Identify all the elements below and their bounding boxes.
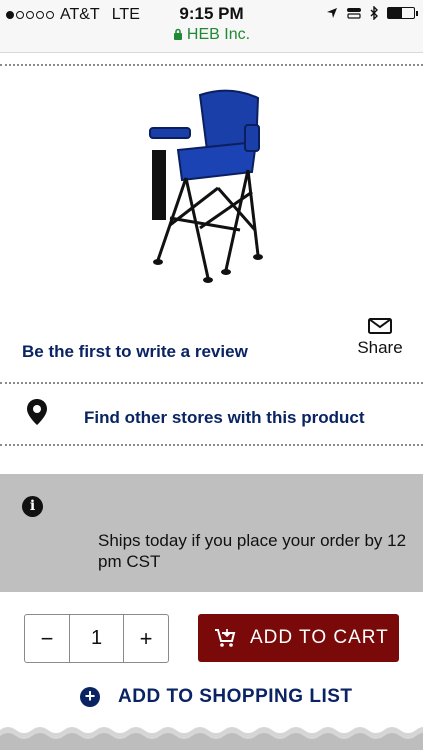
tty-icon	[347, 8, 361, 19]
battery-icon	[387, 7, 418, 19]
url-label: HEB Inc.	[186, 26, 251, 43]
share-button[interactable]: Share	[352, 318, 408, 358]
status-bar: AT&T LTE 9:15 PM HEB Inc.	[0, 0, 423, 53]
add-to-cart-button[interactable]: ADD TO CART	[198, 614, 399, 662]
shipping-notice: i Ships today if you place your order by…	[0, 474, 423, 592]
location-arrow-icon	[327, 8, 337, 18]
find-stores-row[interactable]: Find other stores with this product	[0, 384, 423, 444]
add-to-shopping-list-button[interactable]: + ADD TO SHOPPING LIST	[80, 686, 353, 708]
find-stores-label: Find other stores with this product	[84, 408, 365, 427]
write-review-link[interactable]: Be the first to write a review	[22, 342, 248, 362]
share-label: Share	[357, 338, 403, 357]
envelope-icon	[368, 318, 392, 334]
wavy-edge-decoration	[0, 727, 423, 750]
status-right	[326, 6, 418, 20]
divider	[0, 444, 423, 446]
info-icon: i	[22, 496, 43, 517]
bluetooth-icon	[370, 6, 378, 20]
lock-icon	[173, 28, 182, 40]
cart-add-icon	[214, 628, 236, 648]
add-to-cart-label: ADD TO CART	[250, 627, 389, 648]
decrement-button[interactable]: −	[25, 615, 69, 662]
secure-url-bar[interactable]: HEB Inc.	[0, 26, 423, 44]
location-pin-icon	[27, 399, 47, 425]
folding-high-chair-image	[149, 89, 263, 283]
add-to-shopping-list-label: ADD TO SHOPPING LIST	[118, 686, 353, 707]
plus-circle-icon: +	[80, 687, 100, 707]
shipping-notice-text: Ships today if you place your order by 1…	[98, 531, 407, 571]
divider	[0, 64, 423, 66]
quantity-stepper[interactable]: − 1 +	[24, 614, 169, 663]
quantity-value[interactable]: 1	[69, 615, 124, 662]
increment-button[interactable]: +	[124, 615, 168, 662]
